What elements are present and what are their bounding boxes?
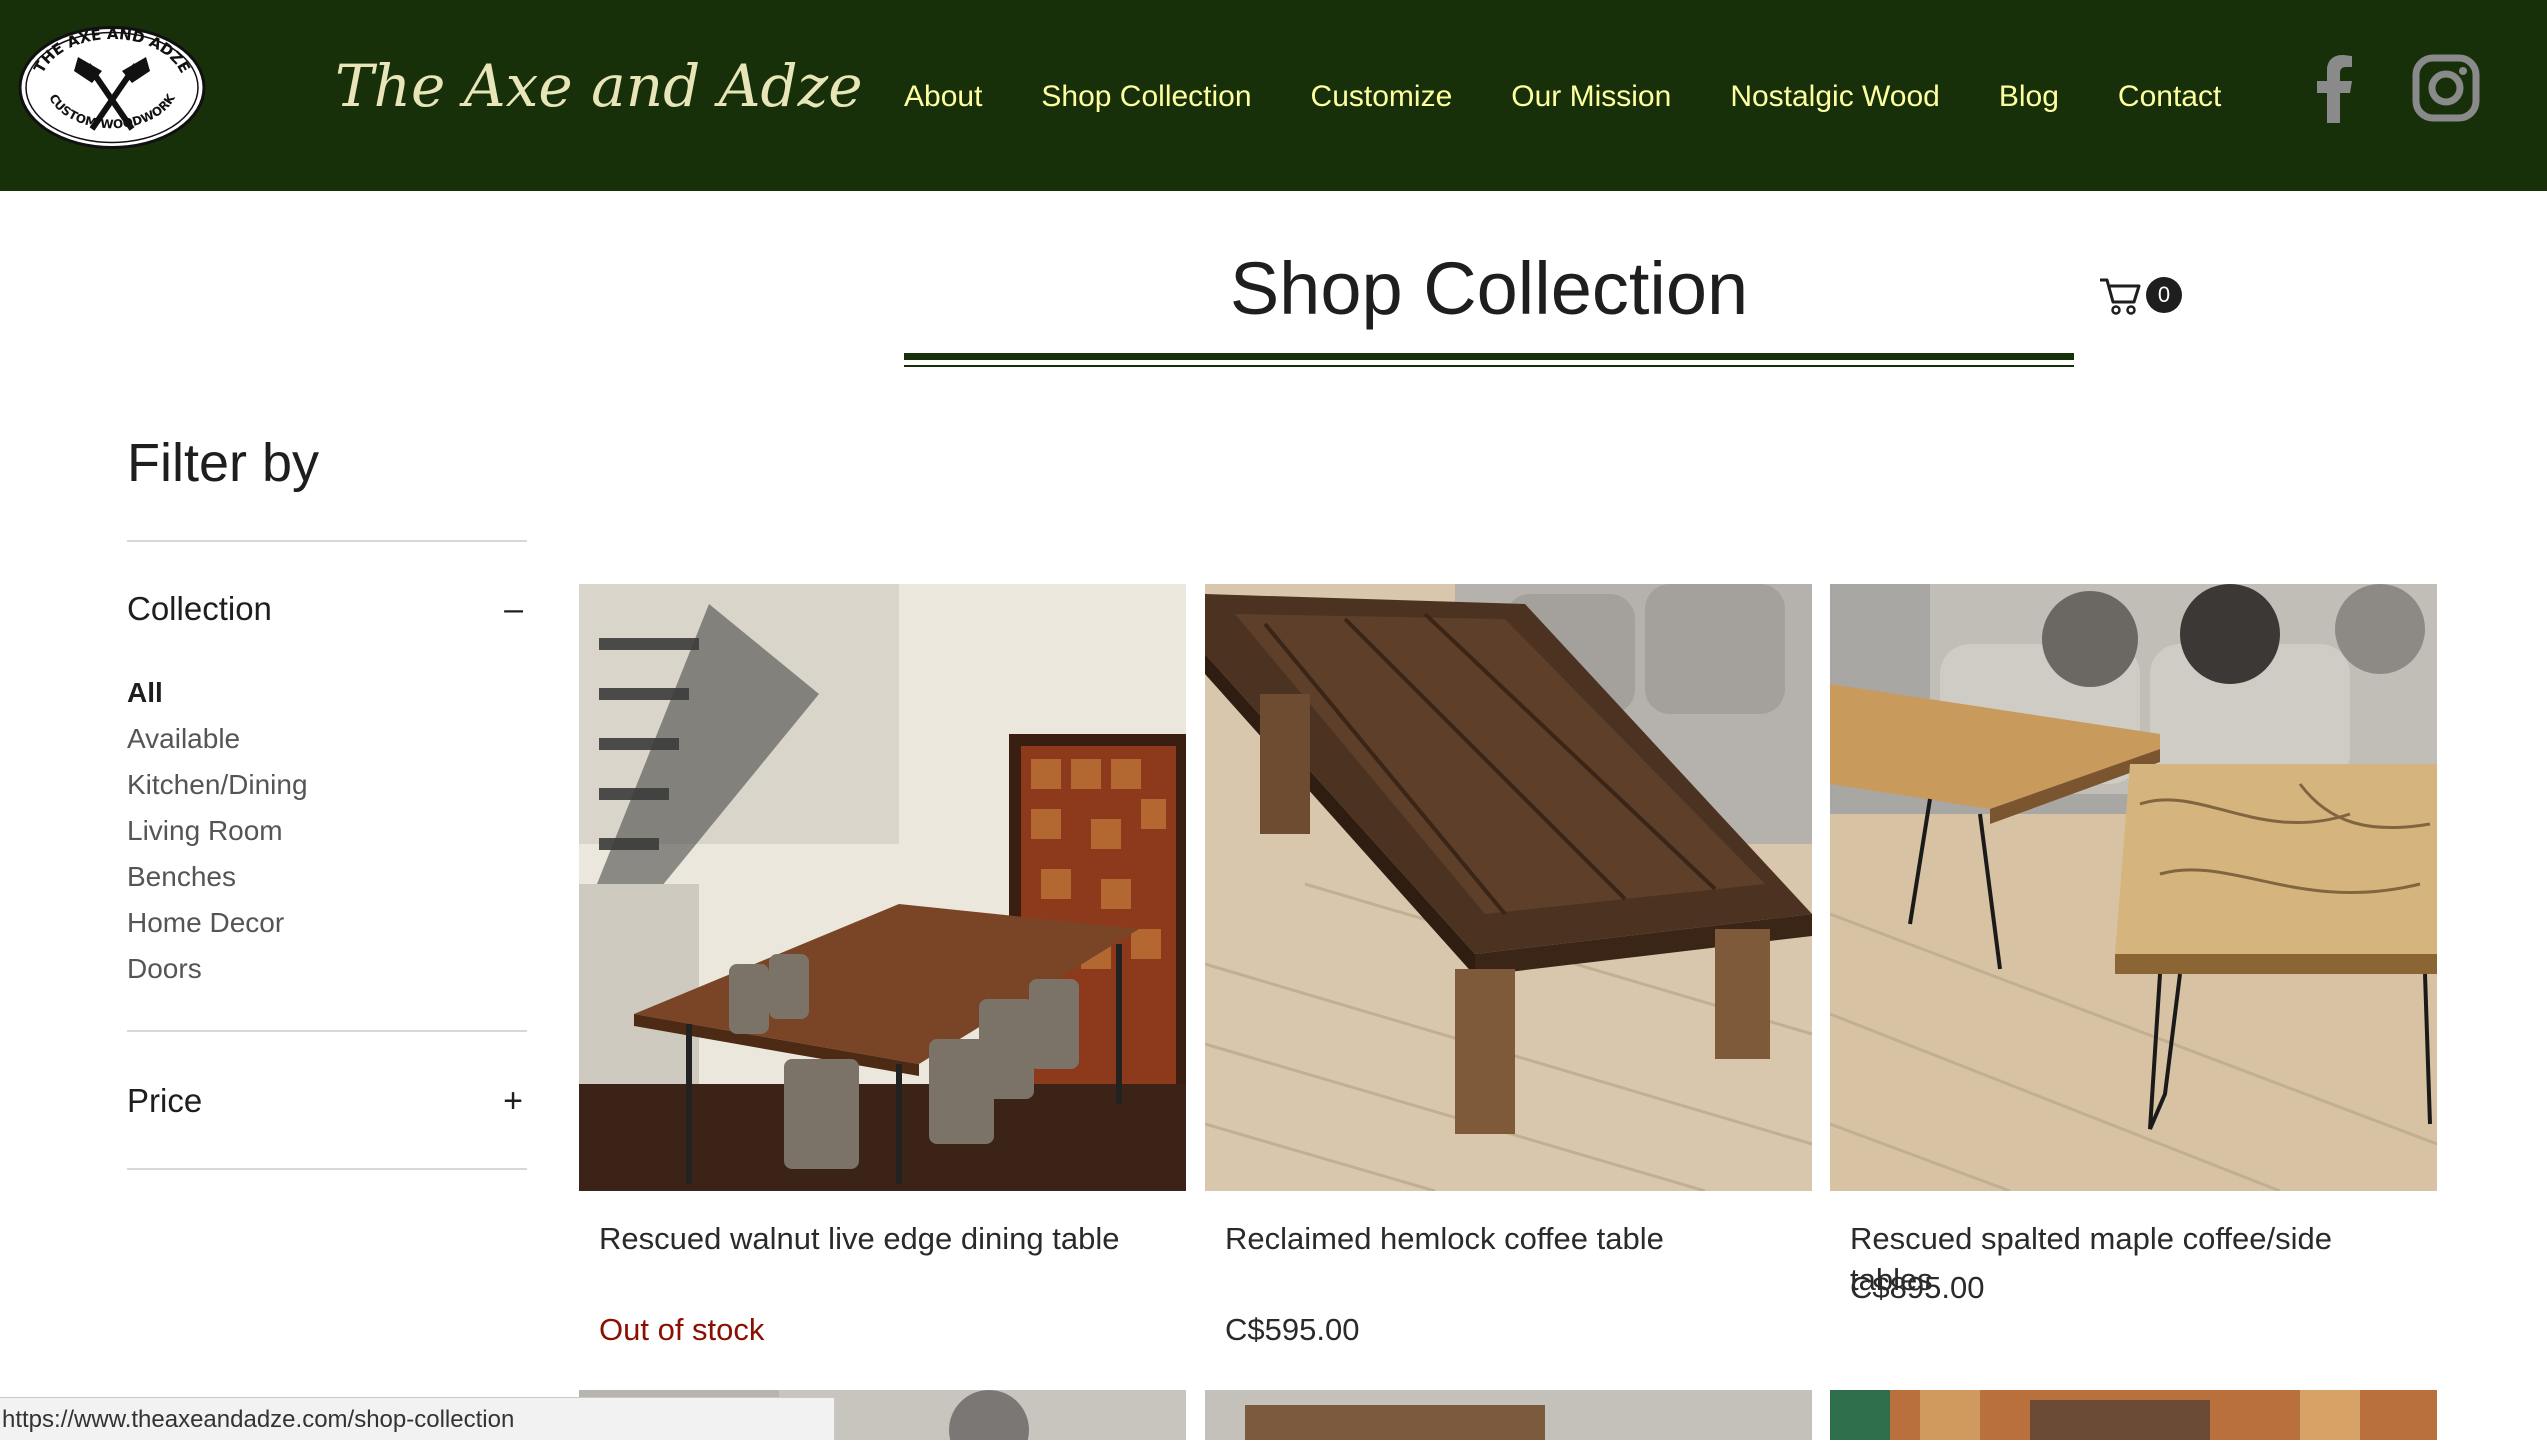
title-divider-thin — [904, 365, 2074, 367]
collection-option-all[interactable]: All — [127, 670, 308, 716]
nav-nostalgic-wood[interactable]: Nostalgic Wood — [1730, 77, 1940, 117]
filter-divider — [127, 1168, 527, 1170]
nav-shop-collection[interactable]: Shop Collection — [1041, 77, 1251, 117]
facebook-icon[interactable] — [2317, 55, 2353, 123]
main-nav: About Shop Collection Customize Our Miss… — [904, 77, 2221, 117]
nav-our-mission[interactable]: Our Mission — [1511, 77, 1671, 117]
nav-about[interactable]: About — [904, 77, 982, 117]
site-logo[interactable]: THE AXE AND ADZE CUSTOM WOODWORK — [18, 25, 206, 150]
cart-icon[interactable] — [2098, 276, 2142, 316]
collapse-icon[interactable]: – — [504, 590, 523, 629]
price-filter-label: Price — [127, 1082, 203, 1119]
product-image[interactable] — [1830, 584, 2437, 1191]
filter-divider — [127, 540, 527, 542]
instagram-icon[interactable] — [2412, 54, 2480, 122]
product-image[interactable] — [1830, 1390, 2437, 1440]
brand-name[interactable]: The Axe and Adze — [335, 52, 863, 120]
collection-option-available[interactable]: Available — [127, 716, 308, 762]
product-stock-status: Out of stock — [599, 1312, 765, 1347]
nav-contact[interactable]: Contact — [2118, 77, 2221, 117]
page-title: Shop Collection — [1229, 247, 1749, 330]
collection-list: All Available Kitchen/Dining Living Room… — [127, 670, 308, 992]
nav-blog[interactable]: Blog — [1999, 77, 2059, 117]
collection-option-benches[interactable]: Benches — [127, 854, 308, 900]
title-divider — [904, 353, 2074, 360]
cart-count-badge[interactable]: 0 — [2146, 277, 2182, 313]
product-image[interactable] — [1205, 584, 1812, 1191]
browser-status-url: https://www.theaxeandadze.com/shop-colle… — [0, 1397, 835, 1440]
product-price: C$895.00 — [1850, 1270, 1985, 1305]
site-header: THE AXE AND ADZE CUSTOM WOODWORK The Axe… — [0, 0, 2547, 191]
product-image[interactable] — [579, 584, 1186, 1191]
nav-customize[interactable]: Customize — [1311, 77, 1453, 117]
collection-option-kitchen-dining[interactable]: Kitchen/Dining — [127, 762, 308, 808]
product-name[interactable]: Rescued walnut live edge dining table — [599, 1218, 1169, 1259]
product-price: C$595.00 — [1225, 1312, 1360, 1347]
collection-option-home-decor[interactable]: Home Decor — [127, 900, 308, 946]
filter-title: Filter by — [127, 433, 320, 493]
collection-filter-header[interactable]: Collection – — [127, 584, 527, 634]
filter-divider — [127, 1030, 527, 1032]
product-name[interactable]: Reclaimed hemlock coffee table — [1225, 1218, 1795, 1259]
collection-option-living-room[interactable]: Living Room — [127, 808, 308, 854]
collection-filter-label: Collection — [127, 590, 272, 627]
collection-option-doors[interactable]: Doors — [127, 946, 308, 992]
price-filter-header[interactable]: Price + — [127, 1076, 527, 1126]
expand-icon[interactable]: + — [503, 1082, 523, 1121]
product-image[interactable] — [1205, 1390, 1812, 1440]
